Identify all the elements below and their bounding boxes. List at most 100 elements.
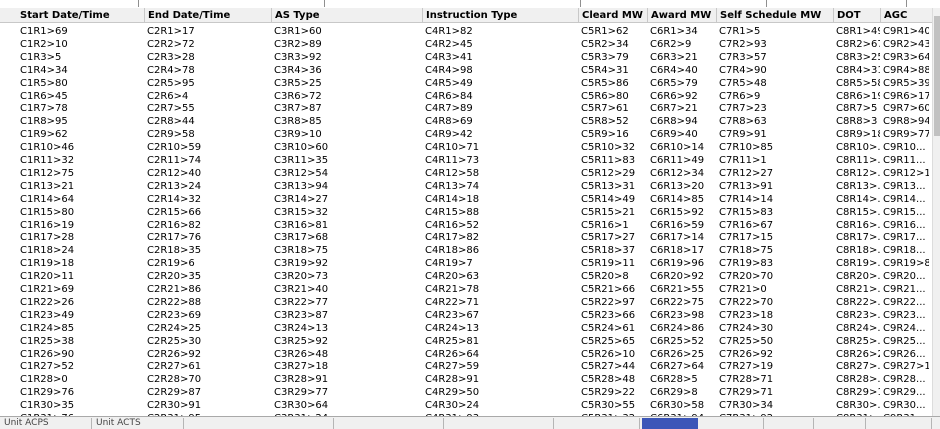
table-row[interactable]: C1R2>10 C2R2>72 C3R2>89 C4R2>45 C5R2>34 C6R2>… (0, 38, 932, 51)
tab-blank[interactable] (814, 418, 866, 429)
tab-unit-acps[interactable]: Unit ACPS (0, 418, 92, 429)
column-header[interactable]: Self Schedule MW (716, 8, 833, 22)
table-cell: C1R1>69 (20, 26, 68, 37)
table-cell: C5R3>79 (581, 51, 629, 63)
table-cell: C7R3>57 (719, 51, 767, 63)
table-cell: C9R18... (883, 245, 926, 257)
table-cell: C6R15>92 (650, 206, 705, 218)
table-row[interactable]: C1R21>69 C2R21>86 C3R21>40 C4R21>78 C5R21>66… (0, 283, 932, 296)
table-header: Start Date/Time End Date/Time AS Type Instr… (0, 8, 932, 23)
table-cell: C6R3>21 (650, 51, 698, 63)
table-row[interactable]: C1R3>5 C2R3>28 C3R3>92 C4R3>41 C5R3>79 C6R3>2… (0, 51, 932, 64)
table-cell: C7R19>83 (719, 258, 774, 270)
table-cell: C4R11>73 (425, 155, 480, 166)
column-header[interactable]: AS Type (271, 8, 422, 22)
table-cell: C7R17>15 (719, 232, 774, 244)
table-cell: C5R27>44 (581, 361, 636, 373)
table-row[interactable]: C1R22>26 C2R22>88 C3R22>77 C4R22>71 C5R22>97… (0, 296, 932, 309)
column-header[interactable]: Cleard MW (578, 8, 647, 22)
table-cell: C6R17>14 (650, 232, 705, 244)
table-cell: C4R19>7 (425, 258, 473, 270)
table-row[interactable]: C1R30>35 C2R30>91 C3R30>64 C4R30>24 C5R30>55… (0, 399, 932, 412)
table-cell: C9R9>77 (883, 129, 929, 141)
table-cell: C3R10>60 (274, 142, 329, 154)
table-cell: C4R3>41 (425, 51, 473, 63)
tab-active[interactable] (642, 418, 698, 429)
scrollbar-thumb[interactable] (934, 16, 940, 136)
table-cell: C8R11>... (836, 155, 880, 166)
table-cell: C9R23... (883, 309, 926, 321)
tab-blank[interactable] (184, 418, 334, 429)
table-row[interactable]: C1R11>32 C2R11>74 C3R11>35 C4R11>73 C5R11>83… (0, 154, 932, 167)
tab-blank[interactable] (700, 418, 764, 429)
table-row[interactable]: C1R14>64 C2R14>32 C3R14>27 C4R14>18 C5R14>49… (0, 193, 932, 206)
table-row[interactable]: C1R29>76 C2R29>87 C3R29>77 C4R29>50 C5R29>22… (0, 386, 932, 399)
vertical-scrollbar[interactable] (932, 8, 940, 416)
column-header[interactable]: Instruction Type (422, 8, 578, 22)
column-header[interactable]: End Date/Time (144, 8, 271, 22)
table-row[interactable]: C1R28>0 C2R28>70 C3R28>91 C4R28>91 C5R28>48 C… (0, 373, 932, 386)
table-cell: C2R11>74 (147, 155, 202, 166)
table-row[interactable]: C1R10>46 C2R10>59 C3R10>60 C4R10>71 C5R10>32… (0, 141, 932, 154)
tab-blank[interactable] (554, 418, 640, 429)
table-row[interactable]: C1R23>49 C2R23>69 C3R23>87 C4R23>67 C5R23>66… (0, 309, 932, 322)
table-row[interactable]: C1R18>24 C2R18>35 C3R18>75 C4R18>86 C5R18>37… (0, 244, 932, 257)
column-header[interactable]: AGC (880, 8, 929, 22)
table-cell: C4R14>18 (425, 193, 480, 205)
table-cell: C2R1>17 (147, 26, 195, 37)
table-row[interactable]: C1R9>62 C2R9>58 C3R9>10 C4R9>42 C5R9>16 C6R9>… (0, 128, 932, 141)
column-header[interactable]: Start Date/Time (17, 8, 144, 22)
table-row[interactable]: C1R5>80 C2R5>95 C3R5>25 C4R5>49 C5R5>86 C6R5>… (0, 77, 932, 90)
table-cell: C2R8>44 (147, 116, 195, 128)
table-cell: C3R20>73 (274, 271, 329, 283)
table-row[interactable]: C1R6>45 C2R6>4 C3R6>72 C4R6>84 C5R6>80 C6R6>9… (0, 90, 932, 103)
table-row[interactable]: C1R17>28 C2R17>76 C3R17>68 C4R17>82 C5R17>27… (0, 231, 932, 244)
table-cell: C2R17>76 (147, 232, 202, 244)
table-cell: C5R12>29 (581, 167, 636, 179)
tab-blank[interactable] (764, 418, 814, 429)
column-header[interactable]: Award MW (647, 8, 716, 22)
tab-blank[interactable] (444, 418, 554, 429)
table-row[interactable]: C1R20>11 C2R20>35 C3R20>73 C4R20>63 C5R20>8 C… (0, 270, 932, 283)
table-cell: C2R14>32 (147, 193, 202, 205)
table-cell: C7R30>34 (719, 400, 774, 412)
table-row[interactable]: C1R27>52 C2R27>61 C3R27>18 C4R27>59 C5R27>44… (0, 360, 932, 373)
table-cell: C3R2>89 (274, 38, 322, 50)
column-header[interactable]: DOT (833, 8, 880, 22)
table-row[interactable]: C1R7>78 C2R7>55 C3R7>87 C4R7>89 C5R7>61 C6R7>… (0, 102, 932, 115)
top-panel-segment (0, 0, 139, 7)
table-row[interactable]: C1R16>19 C2R16>82 C3R16>81 C4R16>52 C5R16>1 C… (0, 219, 932, 232)
table-row[interactable]: C1R19>18 C2R19>6 C3R19>92 C4R19>7 C5R19>11 C6… (0, 257, 932, 270)
table-cell: C2R12>40 (147, 167, 202, 179)
table-cell: C1R3>5 (20, 51, 62, 63)
table-row[interactable]: C1R4>34 C2R4>78 C3R4>36 C4R4>98 C5R4>31 C6R4>… (0, 64, 932, 77)
table-cell: C7R27>19 (719, 361, 774, 373)
table-cell: C3R16>81 (274, 219, 329, 231)
table-row[interactable]: C1R26>90 C2R26>92 C3R26>48 C4R26>64 C5R26>10… (0, 348, 932, 361)
table-row[interactable]: C1R1>69 C2R1>17 C3R1>60 C4R1>82 C5R1>62 C6R1>… (0, 25, 932, 38)
table-cell: C3R8>85 (274, 116, 322, 128)
table-cell: C7R26>92 (719, 348, 774, 360)
table-cell: C9R11... (883, 155, 926, 166)
table-cell: C1R8>95 (20, 116, 68, 128)
table-row[interactable]: C1R8>95 C2R8>44 C3R8>85 C4R8>69 C5R8>52 C6R8>… (0, 115, 932, 128)
table-cell: C5R9>16 (581, 129, 629, 141)
table-row[interactable]: C1R12>75 C2R12>40 C3R12>54 C4R12>58 C5R12>29… (0, 167, 932, 180)
tab-unit-acts[interactable]: Unit ACTS (92, 418, 184, 429)
tab-blank[interactable] (866, 418, 932, 429)
table-row[interactable]: C1R24>85 C2R24>25 C3R24>13 C4R24>13 C5R24>61… (0, 322, 932, 335)
table-cell: C4R21>78 (425, 284, 480, 295)
table-row[interactable]: C1R15>80 C2R15>66 C3R15>32 C4R15>88 C5R15>21… (0, 206, 932, 219)
table-cell: C2R26>92 (147, 348, 202, 360)
table-row[interactable]: C1R25>38 C2R25>30 C3R25>92 C4R25>81 C5R25>65… (0, 335, 932, 348)
table-cell: C6R6>92 (650, 90, 698, 102)
tab-blank[interactable] (334, 418, 444, 429)
table-cell: C6R30>58 (650, 400, 705, 412)
table-cell: C7R2>93 (719, 38, 767, 50)
table-cell: C1R11>32 (20, 155, 75, 166)
table-cell: C6R11>49 (650, 155, 705, 166)
table-cell: C3R28>91 (274, 374, 329, 386)
table-row[interactable]: C1R13>21 C2R13>24 C3R13>94 C4R13>74 C5R13>31… (0, 180, 932, 193)
table-cell: C3R14>27 (274, 193, 329, 205)
table-cell: C3R9>10 (274, 129, 322, 141)
